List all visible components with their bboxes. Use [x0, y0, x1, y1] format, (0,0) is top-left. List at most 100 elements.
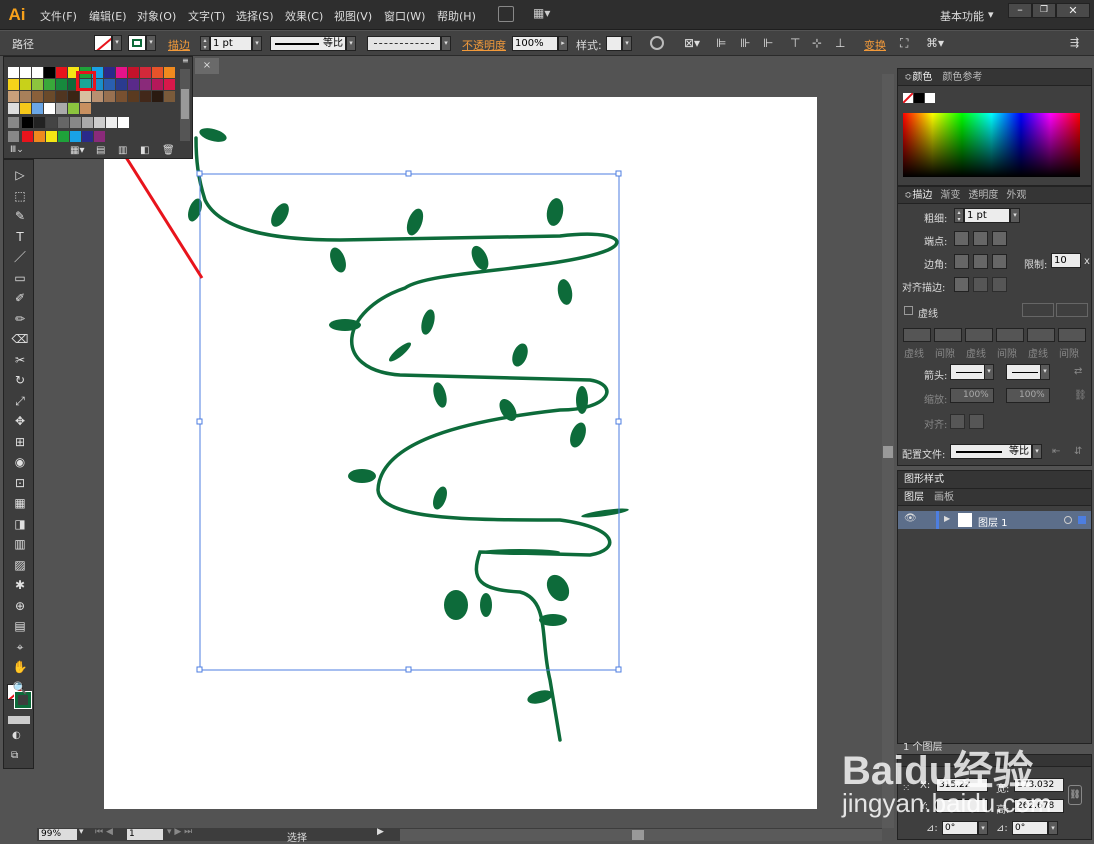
reference-point-icon[interactable]: ⁙ — [902, 783, 916, 797]
dash-gap-input-5[interactable] — [1058, 328, 1086, 342]
shear-dropdown[interactable]: ▾ — [1048, 821, 1058, 835]
gray-swatch-8[interactable] — [118, 117, 129, 128]
zoom-input[interactable]: 99% — [39, 829, 77, 840]
swatch-2-11[interactable] — [140, 91, 151, 102]
swatch-0-9[interactable] — [116, 67, 127, 78]
dash-preserve-button[interactable] — [1022, 303, 1054, 317]
miter-join-button[interactable] — [954, 254, 969, 269]
swatch-0-0[interactable] — [8, 67, 19, 78]
width-profile-select[interactable]: 等比 — [950, 444, 1032, 459]
status-menu-arrow[interactable]: ▶ — [377, 827, 384, 837]
align-center-stroke-button[interactable] — [954, 277, 969, 292]
swatch-options-icon[interactable]: ▥ — [118, 145, 127, 156]
width-input[interactable]: 173.032 — [1014, 778, 1064, 792]
gray-swatch-3[interactable] — [58, 117, 69, 128]
color-group-swatch-4[interactable] — [70, 131, 81, 142]
expand-layer-icon[interactable]: ▶ — [944, 514, 950, 523]
swatch-2-8[interactable] — [104, 91, 115, 102]
gray-swatch-1[interactable] — [34, 117, 45, 128]
tool-2-icon[interactable]: ✎ — [10, 207, 30, 225]
stroke-tab-1[interactable]: 渐变 — [940, 190, 960, 201]
swatch-3-1[interactable] — [20, 103, 31, 114]
swatch-0-1[interactable] — [20, 67, 31, 78]
swatch-2-7[interactable] — [92, 91, 103, 102]
color-group-swatch-5[interactable] — [82, 131, 93, 142]
arrow-align-place-button[interactable] — [969, 414, 984, 429]
target-icon[interactable] — [1064, 516, 1072, 524]
tool-17-icon[interactable]: ◨ — [10, 515, 30, 533]
folder-icon[interactable] — [8, 131, 19, 142]
swatch-2-5[interactable] — [68, 91, 79, 102]
stroke-tab-0[interactable]: 描边 — [912, 190, 932, 201]
color-spectrum[interactable] — [903, 113, 1080, 177]
tool-19-icon[interactable]: ▨ — [10, 556, 30, 574]
tool-4-icon[interactable]: ／ — [10, 248, 30, 266]
start-arrowhead-select[interactable]: ▾ — [950, 364, 994, 380]
tool-9-icon[interactable]: ✂ — [10, 351, 30, 369]
gray-swatch-5[interactable] — [82, 117, 93, 128]
color-group-swatch-6[interactable] — [94, 131, 105, 142]
new-swatch-icon[interactable]: ◧ — [140, 145, 149, 156]
tool-11-icon[interactable]: ⤢ — [10, 392, 30, 410]
gray-swatch-0[interactable] — [22, 117, 33, 128]
tool-0-icon[interactable]: ▷ — [10, 166, 30, 184]
tool-5-icon[interactable]: ▭ — [10, 269, 30, 287]
library-icon[interactable]: Ⅲ⌄ — [10, 145, 24, 155]
dash-gap-input-4[interactable] — [1027, 328, 1055, 342]
stroke-tab-3[interactable]: 外观 — [1006, 190, 1026, 201]
swatch-1-9[interactable] — [116, 79, 127, 90]
tool-23-icon[interactable]: ⌖ — [10, 638, 30, 656]
start-scale-input[interactable]: 100% — [950, 388, 994, 403]
weight-stepper[interactable]: ▴ ▾ — [954, 208, 964, 223]
end-arrowhead-select[interactable]: ▾ — [1006, 364, 1050, 380]
swatch-3-3[interactable] — [44, 103, 55, 114]
weight-dropdown[interactable]: ▾ — [1010, 208, 1020, 223]
tab-color[interactable]: 颜色 — [912, 72, 932, 83]
swatch-2-1[interactable] — [20, 91, 31, 102]
shear-input[interactable]: 0° — [1012, 821, 1048, 835]
swatch-0-11[interactable] — [140, 67, 151, 78]
swatch-1-13[interactable] — [164, 79, 175, 90]
layer-row[interactable]: 👁 ▶ 图层 1 — [898, 511, 1091, 529]
swatch-2-6[interactable] — [80, 91, 91, 102]
swatch-1-12[interactable] — [152, 79, 163, 90]
tool-18-icon[interactable]: ▥ — [10, 535, 30, 553]
swatch-scrollbar[interactable] — [180, 69, 190, 141]
swatch-3-5[interactable] — [68, 103, 79, 114]
panel-menu-icon[interactable]: ≡ — [182, 56, 189, 65]
x-input[interactable]: 315.22 — [936, 778, 988, 792]
black-swatch[interactable] — [914, 93, 924, 103]
color-group-swatch-0[interactable] — [22, 131, 33, 142]
swatch-0-13[interactable] — [164, 67, 175, 78]
arrow-align-extend-button[interactable] — [950, 414, 965, 429]
tool-7-icon[interactable]: ✏ — [10, 310, 30, 328]
color-mode-buttons[interactable] — [8, 716, 30, 724]
swatch-1-1[interactable] — [20, 79, 31, 90]
link-scale-icon[interactable]: ⛓ — [1074, 390, 1087, 401]
swatch-0-8[interactable] — [104, 67, 115, 78]
tool-1-icon[interactable]: ⬚ — [10, 187, 30, 205]
width-profile-dropdown[interactable]: ▾ — [1032, 444, 1042, 459]
dash-gap-input-1[interactable] — [934, 328, 962, 342]
visibility-eye-icon[interactable]: 👁 — [904, 513, 917, 524]
swatch-2-10[interactable] — [128, 91, 139, 102]
dash-gap-input-2[interactable] — [965, 328, 993, 342]
dash-gap-input-0[interactable] — [903, 328, 931, 342]
swatch-2-2[interactable] — [32, 91, 43, 102]
butt-cap-button[interactable] — [954, 231, 969, 246]
tool-20-icon[interactable]: ✱ — [10, 576, 30, 594]
swatch-library-icon[interactable]: ▦▾ — [70, 145, 84, 156]
swatch-2-0[interactable] — [8, 91, 19, 102]
y-input[interactable] — [936, 799, 988, 813]
screen-mode-icon[interactable]: ⧉ — [11, 750, 18, 761]
swatch-0-12[interactable] — [152, 67, 163, 78]
horizontal-scrollbar[interactable] — [400, 829, 882, 841]
swap-arrowheads-icon[interactable]: ⇄ — [1074, 366, 1082, 377]
dashed-line-checkbox[interactable] — [904, 306, 913, 315]
gray-swatch-6[interactable] — [94, 117, 105, 128]
swatch-3-0[interactable] — [8, 103, 19, 114]
align-inside-stroke-button[interactable] — [973, 277, 988, 292]
rotate-dropdown[interactable]: ▾ — [978, 821, 988, 835]
swatch-2-12[interactable] — [152, 91, 163, 102]
swatch-2-4[interactable] — [56, 91, 67, 102]
